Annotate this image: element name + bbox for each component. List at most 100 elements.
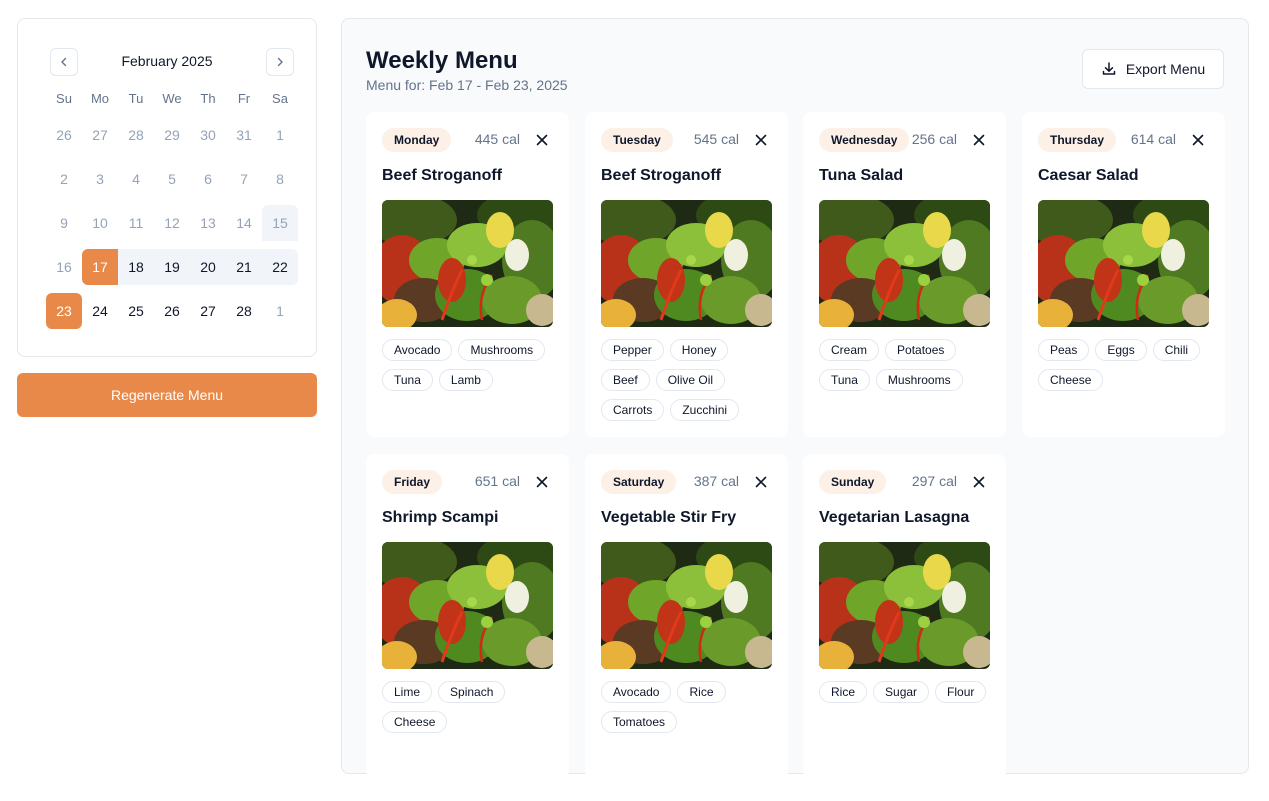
calendar-day[interactable]: 15 xyxy=(262,205,298,241)
calendar-day[interactable]: 11 xyxy=(118,205,154,241)
calendar-day[interactable]: 6 xyxy=(190,161,226,197)
calendar-day-grid: 26 27 28 29 30 31 1 2 3 4 5 6 7 8 9 10 11 12 13 14 15 16 17 18 1… xyxy=(46,117,298,329)
ingredient-list: Peas Eggs Chili Cheese xyxy=(1038,339,1213,391)
weekday-label: Th xyxy=(200,91,216,106)
calendar-day[interactable]: 20 xyxy=(190,249,226,285)
next-month-button[interactable] xyxy=(266,48,294,76)
ingredient-list: Cream Potatoes Tuna Mushrooms xyxy=(819,339,994,391)
meal-photo xyxy=(601,542,772,669)
calendar-day[interactable]: 3 xyxy=(82,161,118,197)
ingredient-tag: Peas xyxy=(1038,339,1090,361)
remove-meal-button[interactable] xyxy=(754,133,768,147)
ingredient-tag: Cheese xyxy=(1038,369,1104,391)
close-icon xyxy=(536,134,548,146)
calories-label: 297 cal xyxy=(911,473,957,489)
calendar-day[interactable]: 29 xyxy=(154,117,190,153)
ingredient-tag: Pepper xyxy=(601,339,664,361)
calendar-day[interactable]: 1 xyxy=(262,117,298,153)
ingredient-tag: Tuna xyxy=(819,369,870,391)
calendar-day[interactable]: 30 xyxy=(190,117,226,153)
calendar-day[interactable]: 9 xyxy=(46,205,82,241)
download-icon xyxy=(1102,62,1116,75)
calendar-day[interactable]: 1 xyxy=(262,293,298,329)
weekday-label: Tu xyxy=(128,91,144,106)
calendar-day[interactable]: 25 xyxy=(118,293,154,329)
ingredient-tag: Sugar xyxy=(873,681,930,703)
meal-name: Caesar Salad xyxy=(1038,167,1139,184)
day-badge: Tuesday xyxy=(601,128,673,152)
remove-meal-button[interactable] xyxy=(972,133,986,147)
weekday-label: We xyxy=(162,91,182,106)
calendar-day[interactable]: 5 xyxy=(154,161,190,197)
meal-photo xyxy=(382,542,553,669)
day-badge: Thursday xyxy=(1038,128,1117,152)
meal-card-sunday: Sunday 297 cal Vegetarian Lasagna Rice Sugar… xyxy=(803,454,1006,779)
close-icon xyxy=(755,134,767,146)
ingredient-tag: Mushrooms xyxy=(458,339,546,361)
ingredient-tag: Zucchini xyxy=(670,399,740,421)
weekday-label: Mo xyxy=(90,91,110,106)
calories-label: 545 cal xyxy=(693,131,739,147)
meal-card-monday: Monday 445 cal Beef Stroganoff Avocado Mushr… xyxy=(366,112,569,437)
calendar-day[interactable]: 8 xyxy=(262,161,298,197)
ingredient-tag: Eggs xyxy=(1095,339,1147,361)
calendar-day[interactable]: 14 xyxy=(226,205,262,241)
ingredient-list: Avocado Rice Tomatoes xyxy=(601,681,776,733)
calendar-day[interactable]: 24 xyxy=(82,293,118,329)
ingredient-tag: Flour xyxy=(935,681,987,703)
calendar-day[interactable]: 17 xyxy=(82,249,118,285)
export-menu-label: Export Menu xyxy=(1125,61,1206,77)
calendar-day[interactable]: 23 xyxy=(46,293,82,329)
day-badge: Monday xyxy=(382,128,452,152)
ingredient-list: Avocado Mushrooms Tuna Lamb xyxy=(382,339,557,391)
calendar-day[interactable]: 12 xyxy=(154,205,190,241)
calendar-day[interactable]: 26 xyxy=(154,293,190,329)
meal-name: Beef Stroganoff xyxy=(382,167,502,184)
remove-meal-button[interactable] xyxy=(535,133,549,147)
regenerate-menu-button[interactable]: Regenerate Menu xyxy=(17,373,317,417)
calendar-day[interactable]: 28 xyxy=(226,293,262,329)
calendar-day[interactable]: 13 xyxy=(190,205,226,241)
ingredient-tag: Tuna xyxy=(382,369,433,391)
export-menu-button[interactable]: Export Menu xyxy=(1082,49,1224,89)
remove-meal-button[interactable] xyxy=(535,475,549,489)
calendar-day[interactable]: 27 xyxy=(82,117,118,153)
ingredient-tag: Tomatoes xyxy=(601,711,678,733)
weekly-menu-panel: Weekly Menu Menu for: Feb 17 - Feb 23, 2… xyxy=(341,18,1249,779)
remove-meal-button[interactable] xyxy=(1191,133,1205,147)
meal-name: Vegetable Stir Fry xyxy=(601,509,737,526)
meal-name: Shrimp Scampi xyxy=(382,509,499,526)
calendar-day[interactable]: 19 xyxy=(154,249,190,285)
page-title: Weekly Menu xyxy=(366,47,518,74)
calendar-day[interactable]: 16 xyxy=(46,249,82,285)
weekday-label: Sa xyxy=(272,91,288,106)
ingredient-tag: Avocado xyxy=(382,339,453,361)
calendar-day[interactable]: 18 xyxy=(118,249,154,285)
close-icon xyxy=(973,134,985,146)
calendar-day[interactable]: 7 xyxy=(226,161,262,197)
calories-label: 445 cal xyxy=(474,131,520,147)
ingredient-list: Rice Sugar Flour xyxy=(819,681,994,703)
ingredient-tag: Mushrooms xyxy=(875,369,963,391)
calendar-day[interactable]: 21 xyxy=(226,249,262,285)
calendar-day[interactable]: 10 xyxy=(82,205,118,241)
ingredient-tag: Cheese xyxy=(382,711,448,733)
close-icon xyxy=(755,476,767,488)
calendar-day[interactable]: 2 xyxy=(46,161,82,197)
calendar-day[interactable]: 27 xyxy=(190,293,226,329)
ingredient-tag: Chili xyxy=(1152,339,1201,361)
meal-photo xyxy=(601,200,772,327)
close-icon xyxy=(536,476,548,488)
ingredient-tag: Beef xyxy=(601,369,650,391)
calendar-day[interactable]: 4 xyxy=(118,161,154,197)
remove-meal-button[interactable] xyxy=(972,475,986,489)
ingredient-tag: Carrots xyxy=(601,399,665,421)
calendar-day[interactable]: 22 xyxy=(262,249,298,285)
calendar-day[interactable]: 28 xyxy=(118,117,154,153)
calendar-day[interactable]: 26 xyxy=(46,117,82,153)
menu-date-range: Menu for: Feb 17 - Feb 23, 2025 xyxy=(366,77,568,93)
calendar-day[interactable]: 31 xyxy=(226,117,262,153)
calories-label: 651 cal xyxy=(474,473,520,489)
remove-meal-button[interactable] xyxy=(754,475,768,489)
weekday-header: Su Mo Tu We Th Fr Sa xyxy=(46,91,298,106)
